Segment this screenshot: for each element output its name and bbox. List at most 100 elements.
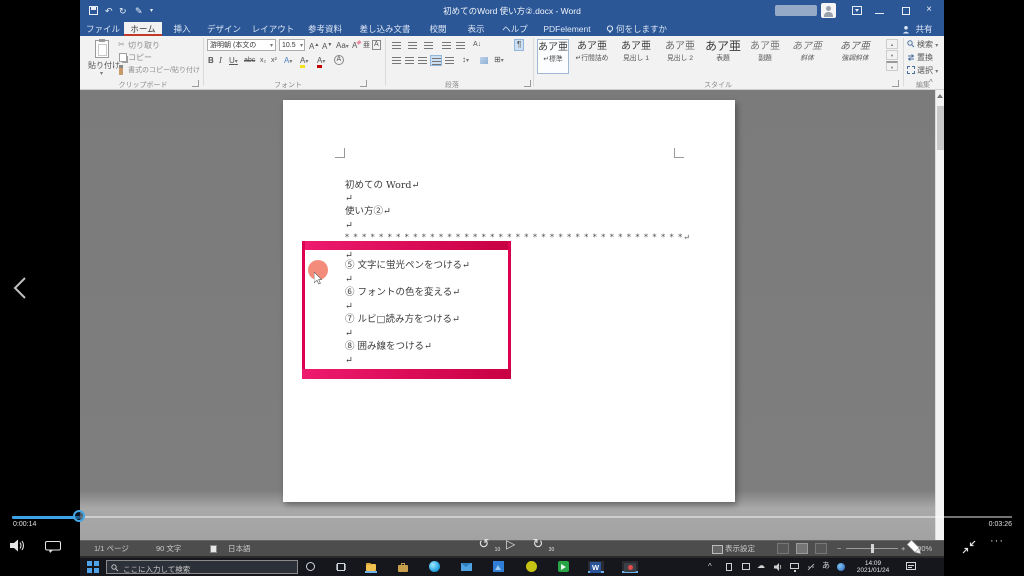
collapse-ribbon-icon[interactable]: ^ (929, 78, 933, 87)
decrease-indent-icon[interactable] (442, 42, 451, 49)
green-app-icon[interactable] (558, 561, 569, 572)
display-settings-button[interactable]: 表示設定 (725, 544, 755, 554)
numbered-list-icon[interactable] (408, 42, 417, 49)
language-status[interactable]: 日本語 (228, 544, 251, 554)
subscript-icon[interactable]: x₂ (260, 56, 266, 65)
tell-me-box[interactable]: 何をしますか (616, 22, 672, 36)
font-size-combo[interactable]: 10.5▾ (279, 39, 305, 51)
tray-display-icon[interactable] (790, 563, 799, 569)
copy-icon[interactable] (119, 53, 127, 62)
tab-design[interactable]: デザイン (202, 22, 246, 36)
more-options-button[interactable]: ··· (990, 535, 1004, 547)
text-effects-icon[interactable]: A▾ (284, 56, 292, 67)
task-view-icon[interactable] (337, 563, 345, 571)
align-left-icon[interactable] (392, 57, 401, 64)
share-button[interactable]: 共有 (912, 22, 936, 36)
edge-browser-icon[interactable] (429, 561, 440, 572)
file-explorer-icon[interactable] (365, 561, 377, 573)
close-button[interactable]: × (922, 0, 936, 20)
multilevel-list-icon[interactable] (424, 42, 433, 49)
exit-fullscreen-icon[interactable] (961, 539, 977, 555)
volume-icon[interactable] (10, 539, 28, 552)
tray-device-icon[interactable] (726, 563, 732, 571)
action-center-icon[interactable] (906, 562, 916, 570)
style-heading2[interactable]: あア亜見出し 2 (659, 39, 701, 74)
paste-button[interactable]: 貼り付け ▾ (88, 39, 116, 79)
select-button[interactable]: 選択 ▾ (917, 66, 938, 77)
styles-gallery-more[interactable]: ▼ (886, 61, 898, 71)
font-name-combo[interactable]: 游明朝 (本文の▾ (207, 39, 276, 51)
minimize-button[interactable] (875, 13, 884, 14)
styles-scroll-down[interactable]: ▼ (886, 50, 898, 60)
clear-formatting-icon[interactable]: A (352, 41, 357, 50)
tab-file[interactable]: ファイル (84, 22, 122, 36)
ribbon-display-options-icon[interactable] (852, 6, 862, 15)
taskbar-search-box[interactable]: ここに入力して検索 (106, 560, 298, 574)
vault-app-icon[interactable] (397, 561, 409, 573)
tray-ime-indicator[interactable]: あ (822, 562, 830, 570)
shrink-font-icon[interactable]: A▼ (322, 41, 332, 51)
distribute-icon[interactable] (445, 57, 454, 64)
prev-video-button[interactable] (12, 276, 28, 300)
show-formatting-marks-icon[interactable]: ¶ (514, 39, 524, 51)
start-button[interactable] (87, 561, 99, 573)
format-painter-button[interactable]: 書式のコピー/貼り付け (128, 66, 200, 75)
taskbar-clock[interactable]: 14:09 2021/01/24 (850, 560, 896, 574)
vertical-scrollbar[interactable] (935, 90, 944, 540)
tab-view[interactable]: 表示 (458, 22, 494, 36)
tray-window-icon[interactable] (742, 563, 750, 570)
tray-volume-icon[interactable] (774, 563, 783, 571)
underline-icon[interactable]: U▾ (229, 56, 238, 67)
print-layout-button[interactable] (796, 543, 808, 554)
borders-icon[interactable]: ⊞▾ (494, 55, 504, 66)
screen-recorder-icon[interactable] (622, 561, 638, 573)
phonetic-guide-icon[interactable]: 亜 (363, 41, 370, 50)
paragraph-dialog-launcher[interactable] (524, 80, 531, 87)
zoom-out-button[interactable]: − (837, 544, 841, 554)
highlight-color-icon[interactable]: A▾ (300, 56, 308, 67)
cut-button[interactable]: 切り取り (128, 41, 160, 50)
mail-app-icon[interactable] (461, 563, 472, 571)
styles-scroll-up[interactable]: ▲ (886, 39, 898, 49)
tray-onedrive-cloud-icon[interactable]: ☁ (757, 562, 765, 570)
yellow-app-icon[interactable] (526, 561, 537, 572)
progress-bar-track[interactable] (12, 516, 1012, 518)
restore-button[interactable] (902, 7, 910, 15)
skip-back-10-button[interactable]: ↺10 (476, 536, 492, 552)
character-border-icon[interactable]: A (372, 40, 381, 50)
bold-icon[interactable]: B (208, 56, 214, 65)
scrollbar-thumb[interactable] (937, 106, 944, 150)
style-no-spacing[interactable]: あア亜↵行間詰め (571, 39, 613, 74)
enclose-characters-icon[interactable]: A (334, 55, 344, 65)
italic-icon[interactable]: I (219, 56, 222, 65)
sort-icon[interactable]: A↓ (473, 40, 481, 49)
web-layout-button[interactable] (815, 543, 827, 554)
style-heading1[interactable]: あア亜見出し 1 (615, 39, 657, 74)
scrollbar-up-arrow[interactable] (937, 94, 943, 98)
strikethrough-icon[interactable]: abc (244, 56, 255, 65)
proofing-icon[interactable] (210, 545, 217, 553)
read-mode-button[interactable] (777, 543, 789, 554)
font-color-icon[interactable]: A▾ (317, 56, 325, 67)
cut-icon[interactable]: ✂ (118, 40, 125, 49)
find-button[interactable]: 検索 ▾ (917, 40, 938, 51)
style-title[interactable]: あア亜表題 (703, 39, 743, 74)
tab-review[interactable]: 校閲 (420, 22, 456, 36)
bullet-list-icon[interactable] (392, 42, 401, 49)
justify-icon[interactable] (430, 55, 442, 66)
copy-button[interactable]: コピー (128, 53, 152, 62)
avatar[interactable] (821, 3, 836, 18)
align-right-icon[interactable] (418, 57, 427, 64)
tray-color-dot-icon[interactable] (837, 563, 845, 571)
tab-help[interactable]: ヘルプ (496, 22, 534, 36)
skip-forward-30-button[interactable]: ↻30 (530, 536, 546, 552)
align-center-icon[interactable] (405, 57, 414, 64)
tab-insert[interactable]: 挿入 (164, 22, 200, 36)
change-case-icon[interactable]: Aa▾ (336, 41, 349, 52)
style-normal[interactable]: あア亜↵標準 (537, 39, 569, 74)
styles-dialog-launcher[interactable] (892, 80, 899, 87)
word-app-icon[interactable]: W (588, 561, 604, 573)
style-subtitle[interactable]: あア亜副題 (745, 39, 785, 74)
font-dialog-launcher[interactable] (360, 80, 367, 87)
page-count[interactable]: 1/1 ページ (94, 544, 129, 554)
